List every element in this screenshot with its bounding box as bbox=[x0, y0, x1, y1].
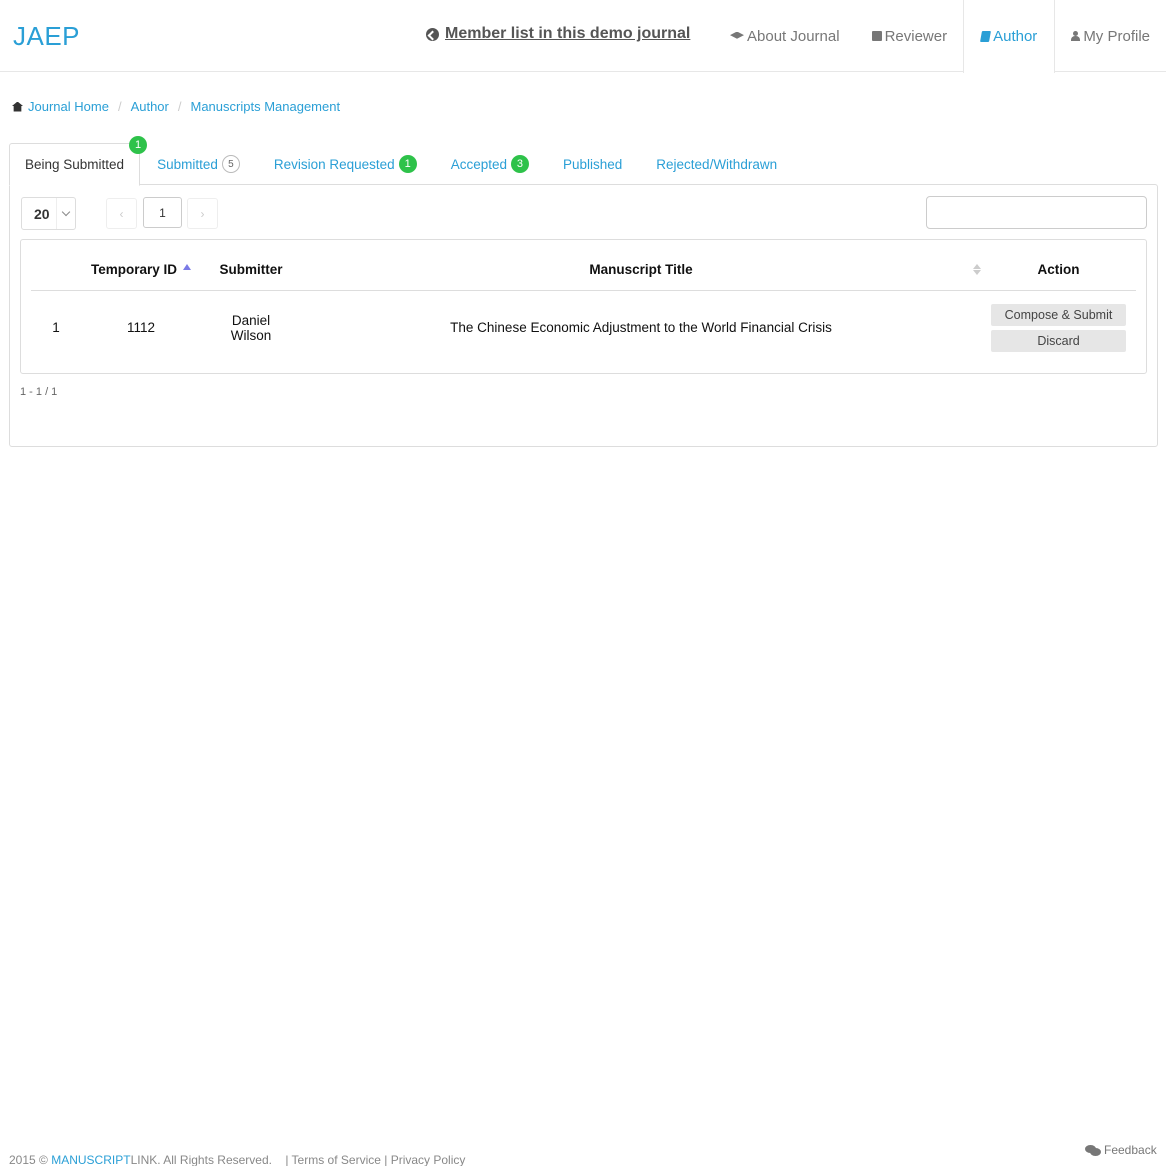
tab-published-label: Published bbox=[562, 156, 623, 172]
footer-brand-suffix: LINK bbox=[130, 1153, 158, 1166]
nav-reviewer-label: Reviewer bbox=[884, 27, 948, 45]
cell-submitter: Daniel Wilson bbox=[201, 290, 301, 365]
compose-submit-button[interactable]: Compose & Submit bbox=[991, 303, 1126, 326]
user-icon bbox=[1071, 31, 1081, 41]
tab-being-submitted-badge: 1 bbox=[129, 136, 148, 154]
prev-page-button[interactable]: ‹ bbox=[106, 198, 137, 229]
next-page-button[interactable]: › bbox=[187, 198, 218, 229]
tab-submitted-badge: 5 bbox=[221, 155, 240, 173]
tab-accepted-badge: 3 bbox=[510, 155, 529, 173]
nav-my-profile-label: My Profile bbox=[1083, 27, 1150, 45]
tab-revision-requested-badge: 1 bbox=[398, 155, 417, 173]
page-size-value: 20 bbox=[34, 205, 50, 222]
main-nav: About Journal Reviewer Author My Profile bbox=[714, 0, 1166, 73]
tab-published[interactable]: Published bbox=[546, 143, 639, 185]
breadcrumb-author[interactable]: Author bbox=[131, 99, 169, 114]
cell-actions: Compose & Submit Discard bbox=[981, 290, 1136, 365]
col-header-manuscript-title[interactable]: Manuscript Title bbox=[301, 250, 981, 291]
discard-button[interactable]: Discard bbox=[991, 329, 1126, 352]
nav-my-profile[interactable]: My Profile bbox=[1055, 0, 1166, 72]
footer-rights: . All Rights Reserved. bbox=[157, 1153, 272, 1166]
submitter-first-name: Daniel bbox=[231, 312, 271, 328]
footer-brand-link[interactable]: MANUSCRIPT bbox=[51, 1153, 130, 1166]
nav-about-journal-label: About Journal bbox=[747, 27, 840, 45]
tab-submitted[interactable]: Submitted 5 bbox=[140, 143, 257, 185]
nav-reviewer[interactable]: Reviewer bbox=[856, 0, 964, 72]
col-header-manuscript-title-label: Manuscript Title bbox=[589, 262, 693, 278]
manuscripts-table: Temporary ID Submitter Manuscript Title … bbox=[31, 250, 1136, 365]
member-list-label: Member list in this demo journal bbox=[445, 25, 691, 42]
col-header-submitter: Submitter bbox=[201, 250, 301, 291]
sort-both-icon bbox=[973, 264, 981, 275]
manuscripts-table-container: Temporary ID Submitter Manuscript Title … bbox=[20, 239, 1147, 374]
tab-revision-requested[interactable]: Revision Requested 1 bbox=[257, 143, 434, 185]
cell-index: 1 bbox=[52, 320, 60, 336]
col-header-index bbox=[31, 250, 81, 291]
breadcrumb-separator: / bbox=[177, 99, 182, 114]
comments-icon bbox=[1085, 1144, 1101, 1156]
member-list-link[interactable]: Member list in this demo journal bbox=[426, 25, 690, 43]
cell-manuscript-title: The Chinese Economic Adjustment to the W… bbox=[450, 320, 832, 336]
tab-submitted-label: Submitted bbox=[157, 156, 218, 172]
tab-rejected-withdrawn[interactable]: Rejected/Withdrawn bbox=[639, 143, 794, 185]
tab-revision-requested-label: Revision Requested bbox=[273, 156, 395, 172]
book-icon bbox=[980, 31, 992, 42]
tab-accepted[interactable]: Accepted 3 bbox=[434, 143, 546, 185]
home-icon bbox=[12, 101, 23, 112]
submitter-last-name: Wilson bbox=[230, 327, 272, 343]
table-row: 1 1112 Daniel Wilson The Chinese Economi… bbox=[31, 290, 1136, 365]
tab-rejected-withdrawn-label: Rejected/Withdrawn bbox=[656, 156, 778, 172]
nav-about-journal[interactable]: About Journal bbox=[714, 0, 856, 72]
arrow-circle-left-icon bbox=[426, 27, 439, 41]
edit-icon bbox=[871, 31, 882, 41]
tab-being-submitted[interactable]: Being Submitted 1 bbox=[9, 136, 148, 186]
col-header-action: Action bbox=[981, 250, 1136, 291]
top-navbar: JAEP Member list in this demo journal Ab… bbox=[0, 0, 1166, 73]
feedback-button[interactable]: Feedback bbox=[1085, 1143, 1157, 1157]
manuscript-status-tabs: Being Submitted 1 Submitted 5 Revision R… bbox=[9, 136, 1158, 186]
tab-being-submitted-label: Being Submitted bbox=[25, 157, 125, 172]
cell-temporary-id: 1112 bbox=[126, 320, 156, 336]
col-header-temporary-id[interactable]: Temporary ID bbox=[81, 250, 201, 291]
journal-brand-link[interactable]: JAEP bbox=[13, 21, 80, 52]
col-header-temporary-id-label: Temporary ID bbox=[90, 262, 178, 278]
footer-links[interactable]: | Terms of Service | Privacy Policy bbox=[285, 1153, 465, 1166]
nav-author[interactable]: Author bbox=[963, 0, 1056, 73]
table-header-row: Temporary ID Submitter Manuscript Title … bbox=[31, 250, 1136, 291]
nav-author-label: Author bbox=[993, 28, 1038, 45]
sort-ascending-icon bbox=[183, 264, 192, 271]
page-size-select[interactable]: 20 bbox=[21, 197, 76, 230]
breadcrumb: Journal Home / Author / Manuscripts Mana… bbox=[12, 99, 340, 114]
breadcrumb-manuscripts-management[interactable]: Manuscripts Management bbox=[191, 99, 341, 114]
footer-copyright-prefix: 2015 © bbox=[9, 1153, 52, 1166]
breadcrumb-journal-home[interactable]: Journal Home bbox=[28, 99, 109, 114]
current-page-button[interactable]: 1 bbox=[143, 197, 182, 228]
tab-content-panel: 20 ‹ 1 › Temporary ID Submitter Manuscri… bbox=[9, 184, 1158, 447]
breadcrumb-separator: / bbox=[117, 99, 122, 114]
graduation-cap-icon bbox=[730, 31, 744, 39]
footer: 2015 © MANUSCRIPTLINK. All Rights Reserv… bbox=[9, 1153, 465, 1166]
chevron-down-icon bbox=[56, 198, 75, 229]
pagination-range: 1 - 1 / 1 bbox=[20, 386, 58, 398]
feedback-label: Feedback bbox=[1104, 1143, 1157, 1157]
tab-accepted-label: Accepted bbox=[450, 156, 507, 172]
search-input[interactable] bbox=[926, 196, 1147, 229]
